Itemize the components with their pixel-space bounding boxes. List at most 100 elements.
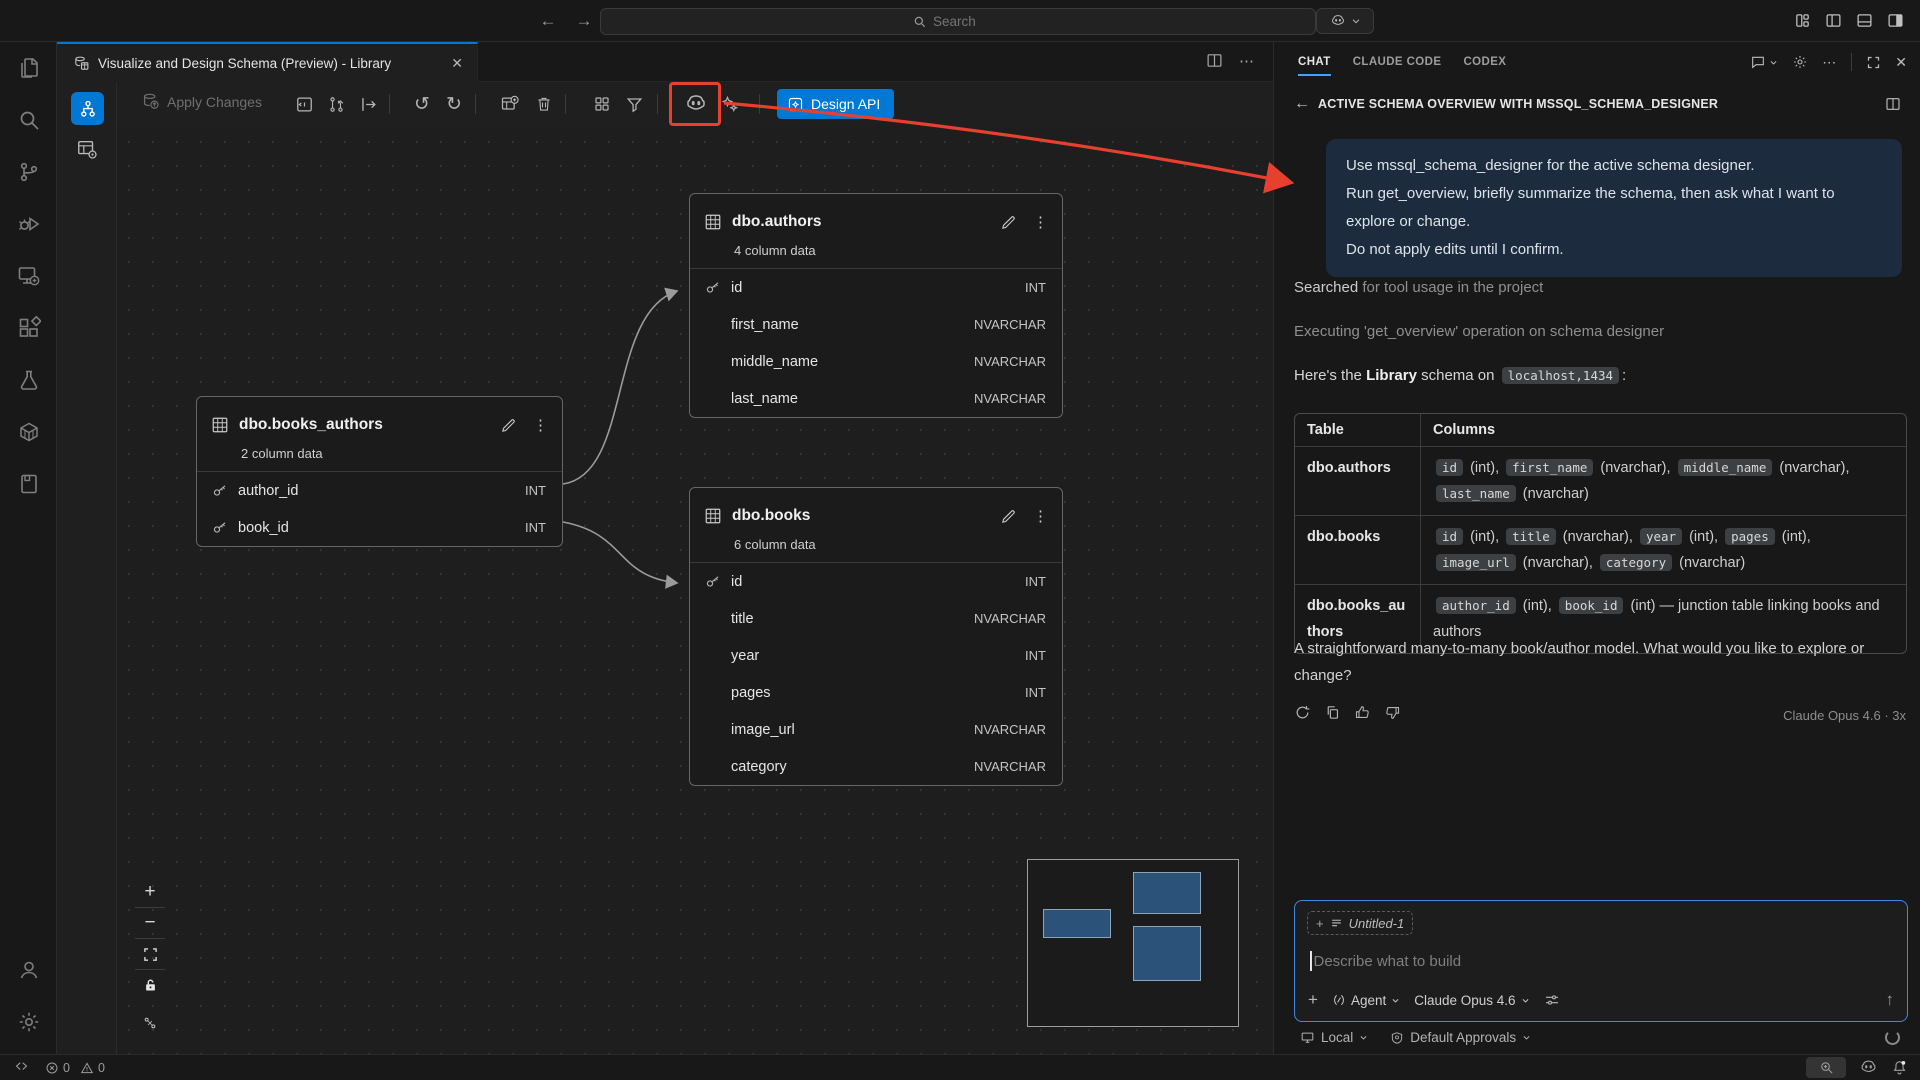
tab-claude-code[interactable]: CLAUDE CODE [1353, 42, 1442, 82]
column-row[interactable]: author_id INT [197, 472, 562, 509]
editor-more-actions-icon[interactable]: ⋯ [1239, 52, 1255, 70]
session-title-row: ← ACTIVE SCHEMA OVERVIEW WITH MSSQL_SCHE… [1274, 90, 1920, 118]
column-row[interactable]: pages INT [690, 674, 1062, 711]
progress-spinner-icon [1885, 1030, 1900, 1045]
edit-table-icon[interactable] [1000, 214, 1017, 231]
column-row[interactable]: image_url NVARCHAR [690, 711, 1062, 748]
environment-picker[interactable]: Local [1300, 1030, 1368, 1045]
chat-settings-gear-icon[interactable] [1792, 54, 1808, 70]
column-row[interactable]: book_id INT [197, 509, 562, 546]
run-debug-icon[interactable] [0, 198, 57, 250]
table-definition-view-button[interactable] [76, 138, 98, 160]
toggle-primary-sidebar-icon[interactable] [1825, 12, 1842, 29]
testing-icon[interactable] [0, 354, 57, 406]
table-name-cell: dbo.books [1295, 516, 1420, 584]
lock-canvas-button[interactable] [135, 970, 165, 1001]
settings-gear-icon[interactable] [0, 996, 57, 1048]
tools-sliders-icon[interactable] [1544, 992, 1560, 1008]
column-row[interactable]: id INT [690, 269, 1062, 306]
column-row[interactable]: middle_name NVARCHAR [690, 343, 1062, 380]
thumbs-up-icon[interactable] [1354, 704, 1371, 721]
remote-indicator-icon[interactable] [14, 1060, 29, 1075]
table-menu-icon[interactable]: ⋮ [533, 416, 548, 434]
close-panel-icon[interactable]: ✕ [1895, 54, 1907, 71]
open-in-editor-icon[interactable] [1885, 96, 1901, 112]
new-chat-dropdown[interactable] [1750, 54, 1778, 70]
table-name: dbo.books [732, 507, 990, 525]
schema-diagram-view-button[interactable] [71, 92, 104, 125]
table-node-books-authors[interactable]: dbo.books_authors ⋮ 2 column data author… [196, 396, 563, 547]
tool-step-executing[interactable]: Executing 'get_overview' operation on sc… [1294, 323, 1664, 340]
mode-picker[interactable]: Agent [1332, 993, 1400, 1008]
zoom-control-chip[interactable] [1806, 1057, 1846, 1078]
table-node-authors[interactable]: dbo.authors ⋮ 4 column data id INT first… [689, 193, 1063, 418]
notifications-bell-icon[interactable] [1891, 1059, 1908, 1076]
user-message-line: Run get_overview, briefly summarize the … [1346, 180, 1882, 236]
problems-indicator[interactable]: 0 0 [45, 1061, 105, 1075]
copilot-menu-button[interactable] [1316, 8, 1374, 34]
command-center-search[interactable] [600, 8, 1316, 35]
column-row[interactable]: title NVARCHAR [690, 600, 1062, 637]
copy-icon[interactable] [1324, 704, 1341, 721]
minimap[interactable] [1027, 859, 1239, 1027]
text-caret [1310, 951, 1312, 971]
copilot-status-icon[interactable] [1859, 1058, 1878, 1077]
tab-codex[interactable]: CODEX [1463, 42, 1506, 82]
column-row[interactable]: id INT [690, 563, 1062, 600]
chat-more-actions-icon[interactable]: ⋯ [1822, 54, 1837, 71]
title-bar: ← → [0, 0, 1920, 42]
tab-close-icon[interactable]: ✕ [451, 55, 463, 72]
table-node-books[interactable]: dbo.books ⋮ 6 column data id INT title N… [689, 487, 1063, 786]
fit-view-button[interactable] [135, 939, 165, 970]
minimap-node-authors [1133, 872, 1201, 914]
context-chip[interactable]: + Untitled-1 [1307, 911, 1413, 935]
column-count: 4 column data [734, 243, 1048, 258]
attach-icon[interactable]: + [1308, 990, 1318, 1010]
maximize-panel-icon[interactable] [1866, 55, 1881, 70]
database-projects-icon[interactable] [0, 458, 57, 510]
column-row[interactable]: category NVARCHAR [690, 748, 1062, 785]
tab-schema-designer[interactable]: Visualize and Design Schema (Preview) - … [57, 42, 478, 82]
zoom-out-button[interactable]: − [135, 908, 165, 939]
column-row[interactable]: first_name NVARCHAR [690, 306, 1062, 343]
auto-layout-button[interactable] [135, 1007, 165, 1038]
toggle-secondary-sidebar-icon[interactable] [1887, 12, 1904, 29]
nav-back-icon[interactable]: ← [536, 9, 560, 33]
customize-layout-icon[interactable] [1794, 12, 1811, 29]
source-control-icon[interactable] [0, 146, 57, 198]
search-icon[interactable] [0, 94, 57, 146]
user-message-bubble[interactable]: Use mssql_schema_designer for the active… [1326, 139, 1902, 277]
thumbs-down-icon[interactable] [1384, 704, 1401, 721]
table-menu-icon[interactable]: ⋮ [1033, 507, 1048, 525]
accounts-icon[interactable] [0, 944, 57, 996]
edit-table-icon[interactable] [1000, 508, 1017, 525]
split-editor-icon[interactable] [1206, 52, 1223, 69]
model-picker[interactable]: Claude Opus 4.6 [1414, 993, 1529, 1008]
edge-booksauthors-authors[interactable] [563, 291, 677, 484]
edge-booksauthors-books[interactable] [563, 522, 677, 583]
tab-chat[interactable]: CHAT [1298, 42, 1331, 82]
designer-view-switcher [57, 82, 117, 1054]
schema-canvas[interactable]: Apply Changes ↺ ↻ [117, 82, 1273, 1054]
table-menu-icon[interactable]: ⋮ [1033, 213, 1048, 231]
chat-input-placeholder[interactable]: Describe what to build [1314, 953, 1462, 970]
chat-input-box[interactable]: + Untitled-1 Describe what to build + Ag… [1294, 900, 1908, 1022]
containers-icon[interactable] [0, 406, 57, 458]
edit-table-icon[interactable] [500, 417, 517, 434]
column-row[interactable]: year INT [690, 637, 1062, 674]
back-icon[interactable]: ← [1294, 95, 1310, 113]
explorer-icon[interactable] [0, 42, 57, 94]
activity-bar [0, 42, 57, 1054]
extensions-icon[interactable] [0, 302, 57, 354]
column-type: NVARCHAR [974, 759, 1046, 774]
tool-step-searched[interactable]: Searched for tool usage in the project [1294, 279, 1543, 296]
column-row[interactable]: last_name NVARCHAR [690, 380, 1062, 417]
remote-explorer-icon[interactable] [0, 250, 57, 302]
send-icon[interactable]: ↑ [1886, 990, 1895, 1010]
approvals-picker[interactable]: Default Approvals [1390, 1030, 1531, 1045]
nav-forward-icon[interactable]: → [572, 9, 596, 33]
search-input[interactable] [933, 14, 1003, 29]
toggle-panel-icon[interactable] [1856, 12, 1873, 29]
zoom-in-button[interactable]: + [135, 877, 165, 908]
regenerate-icon[interactable] [1294, 704, 1311, 721]
